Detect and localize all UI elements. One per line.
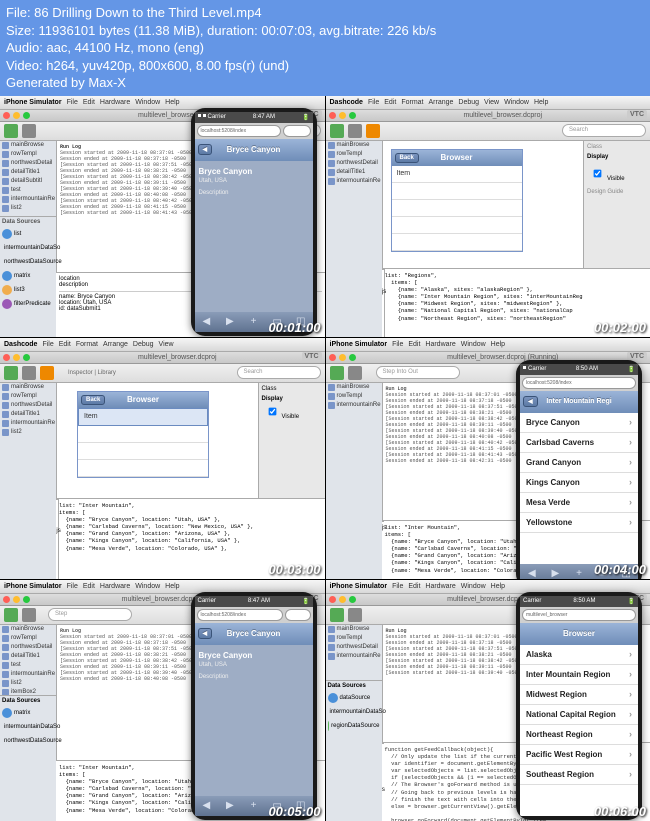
sidebar-item[interactable]: intermountainRe	[0, 195, 56, 204]
timestamp: 00:01:00	[268, 320, 320, 335]
list-item[interactable]: Midwest Region›	[520, 685, 638, 705]
minimize-icon[interactable]	[13, 112, 20, 119]
datasource-item[interactable]: filterPredicate	[0, 297, 56, 311]
close-icon[interactable]	[3, 112, 10, 119]
list-item[interactable]: Mesa Verde›	[520, 493, 638, 513]
datasource-item[interactable]: intermountainDataSo	[0, 241, 56, 255]
list-item[interactable]: Yellowstone›	[520, 513, 638, 533]
frame-2: DashcodeFileEditFormatArrangeDebugViewWi…	[326, 96, 650, 337]
run-icon[interactable]	[330, 124, 344, 138]
add-icon[interactable]: +	[246, 316, 260, 328]
detail-view: Bryce Canyon Utah, USA Description	[195, 161, 313, 312]
view-icon[interactable]	[366, 124, 380, 138]
run-icon[interactable]	[4, 124, 18, 138]
size-line: Size: 11936101 bytes (11.38 MiB), durati…	[6, 22, 644, 40]
sidebar-item[interactable]: rowTempl	[0, 150, 56, 159]
sidebar-item[interactable]: detailSubtitl	[0, 177, 56, 186]
code-editor[interactable]: list: "Inter Mountain", items: [ {name: …	[56, 499, 325, 555]
nav-bar: ◀Bryce Canyon	[195, 139, 313, 161]
list-item[interactable]: Carlsbad Caverns›	[520, 433, 638, 453]
menu-item[interactable]: Help	[165, 99, 179, 106]
pause-icon[interactable]	[348, 124, 362, 138]
sidebar-item[interactable]: list2	[0, 204, 56, 213]
back-button[interactable]: Back	[395, 153, 419, 163]
sidebar-item[interactable]: test	[0, 186, 56, 195]
forward-icon[interactable]: ▶	[223, 316, 237, 328]
list-item[interactable]: Item	[392, 166, 522, 183]
sidebar-item[interactable]: mainBrowse	[0, 141, 56, 150]
sidebar-item[interactable]: detailTitle1	[0, 168, 56, 177]
audio-line: Audio: aac, 44100 Hz, mono (eng)	[6, 39, 644, 57]
datasource-item[interactable]: matrix	[0, 269, 56, 283]
visible-checkbox[interactable]	[594, 169, 602, 177]
list-item[interactable]: Northeast Region›	[520, 725, 638, 745]
list-item[interactable]: National Capital Region›	[520, 705, 638, 725]
list-item[interactable]: Southeast Region›	[520, 765, 638, 785]
frame-1: iPhone SimulatorFileEditHardwareWindowHe…	[0, 96, 325, 337]
list-item[interactable]: Bryce Canyon›	[520, 413, 638, 433]
back-button[interactable]: ◀	[523, 396, 538, 407]
list-view: Bryce Canyon› Carlsbad Caverns› Grand Ca…	[520, 413, 638, 564]
generated-line: Generated by Max-X	[6, 74, 644, 92]
menu-item[interactable]: Window	[135, 99, 160, 106]
search-field[interactable]	[283, 125, 311, 137]
url-field[interactable]: localhost:5208/index	[197, 125, 281, 137]
back-icon[interactable]: ◀	[199, 316, 213, 328]
list-item[interactable]: Kings Canyon›	[520, 473, 638, 493]
thumbnail-grid: iPhone SimulatorFileEditHardwareWindowHe…	[0, 96, 650, 821]
pause-icon[interactable]	[22, 124, 36, 138]
frame-3: DashcodeFileEditFormatArrangeDebugView V…	[0, 338, 325, 579]
zoom-icon[interactable]	[23, 112, 30, 119]
datasources-panel: Data Sources list intermountainDataSo no…	[0, 216, 57, 307]
menu-item[interactable]: File	[67, 99, 78, 106]
datasource-item[interactable]: list3	[0, 283, 56, 297]
iphone-simulator: Carrier8:47 AM🔋 localhost:5208/index ◀Br…	[191, 108, 317, 336]
code-editor[interactable]: list: "Regions", items: [ {name: "Alaska…	[382, 269, 650, 325]
list-item[interactable]: Alaska›	[520, 645, 638, 665]
list-item[interactable]: Inter Mountain Region›	[520, 665, 638, 685]
datasource-item[interactable]: list	[0, 227, 56, 241]
frame-5: iPhone SimulatorFileEditHardwareWindowHe…	[0, 580, 325, 821]
sidebar-item[interactable]: northwestDetail	[0, 159, 56, 168]
menu-item[interactable]: Edit	[83, 99, 95, 106]
menu-item[interactable]: Hardware	[100, 99, 130, 106]
back-button[interactable]: ◀	[198, 144, 213, 155]
status-bar: Carrier8:47 AM🔋	[195, 112, 313, 123]
file-info-header: File: 86 Drilling Down to the Third Leve…	[0, 0, 650, 96]
frame-6: iPhone SimulatorFileEditHardwareWindowHe…	[326, 580, 650, 821]
list-item[interactable]: Pacific West Region›	[520, 745, 638, 765]
file-line: File: 86 Drilling Down to the Third Leve…	[6, 4, 644, 22]
list-item[interactable]: Grand Canyon›	[520, 453, 638, 473]
outline-sidebar: mainBrowserowTemplnorthwestDetaildetailT…	[326, 141, 383, 337]
url-bar: localhost:5208/index	[195, 123, 313, 139]
datasource-item[interactable]: northwestDataSource	[0, 255, 56, 269]
video-line: Video: h264, yuv420p, 800x600, 8.00 fps(…	[6, 57, 644, 75]
frame-4: iPhone SimulatorFileEditHardwareWindowHe…	[326, 338, 650, 579]
